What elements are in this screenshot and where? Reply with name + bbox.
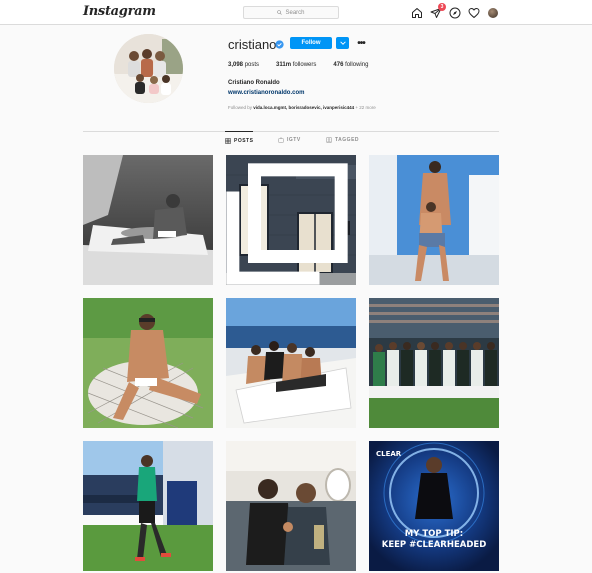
tab-posts-label: POSTS [234,137,254,144]
igtv-icon [278,137,284,143]
more-options-icon[interactable]: ••• [355,37,367,49]
profile-avatar[interactable] [114,34,183,103]
activity-heart-icon[interactable] [467,6,480,19]
profile-stats: 3,098 posts 311m followers 476 following [228,62,385,68]
profile-website-link[interactable]: www.cristianoronaldo.com [228,90,304,96]
explore-compass-icon[interactable] [448,6,461,19]
ad-brand-text: CLEAR [376,450,402,458]
profile-username: cristiano [228,37,277,52]
followers-stat[interactable]: 311m followers [276,62,316,68]
tab-posts[interactable]: POSTS [225,131,254,149]
post-tile-yacht-son[interactable] [369,155,499,285]
post-tile-clear-ad[interactable]: CLEAR MY TOP TIP: KEEP #CLEARHEADED [369,441,499,571]
profile-tabs: POSTS IGTV TAGGED [0,131,592,149]
chevron-down-icon [339,41,346,45]
tab-tagged[interactable]: TAGGED [326,131,359,149]
profile-avatar-icon[interactable] [486,6,499,19]
search-input[interactable]: Search [243,6,339,19]
post-image [226,298,356,428]
post-image [369,441,499,571]
suggested-dropdown-button[interactable] [336,37,349,49]
followed-by-text[interactable]: Followed by vida.loca.mgmt, borisradosev… [228,105,376,110]
followers-count: 311m [276,62,292,68]
nav-icons: 3 [410,3,499,20]
posts-stat: 3,098 posts [228,62,259,68]
followed-by-users: vida.loca.mgmt, borisradosevic, ivanperi… [253,105,355,110]
followed-by-prefix: Followed by [228,105,253,110]
post-image [83,155,213,285]
verified-badge-icon [275,40,284,49]
posts-count: 3,098 [228,62,244,68]
post-tile-bw-boat[interactable] [83,155,213,285]
tab-tagged-label: TAGGED [335,137,360,143]
post-tile-family-boat[interactable] [226,298,356,428]
post-image [83,298,213,428]
post-tile-private-jet[interactable] [226,441,356,571]
tab-igtv-label: IGTV [287,137,301,143]
post-image [369,155,499,285]
post-image [369,298,499,428]
post-image [83,441,213,571]
profile-full-name: Cristiano Ronaldo [228,80,280,86]
follow-button[interactable]: Follow [290,37,332,49]
post-tile-sunbathing[interactable] [83,298,213,428]
post-tile-team-photo[interactable] [369,298,499,428]
following-stat[interactable]: 476 following [333,62,368,68]
notification-badge: 3 [438,3,446,11]
direct-messages-icon[interactable]: 3 [429,3,446,19]
ad-headline-line2: KEEP #CLEARHEADED [381,540,487,550]
followed-by-more: + 22 more [355,105,376,110]
search-icon [277,10,283,15]
grid-icon [225,137,231,144]
search-placeholder: Search [285,9,305,16]
followers-label: followers [292,62,317,68]
top-nav-bar: Instagram Search 3 [0,0,592,25]
post-image [226,441,356,571]
following-label: following [345,62,369,68]
instagram-logo[interactable]: Instagram [83,4,156,19]
post-tile-storefront[interactable] [226,155,356,285]
ad-headline-line1: MY TOP TIP: [404,529,464,539]
multiple-photos-icon [226,163,348,285]
post-tile-training-ground[interactable] [83,441,213,571]
tab-igtv[interactable]: IGTV [278,131,301,149]
home-icon[interactable] [410,6,423,19]
following-count: 476 [333,62,344,68]
posts-label: posts [244,62,260,68]
tag-icon [326,137,332,143]
